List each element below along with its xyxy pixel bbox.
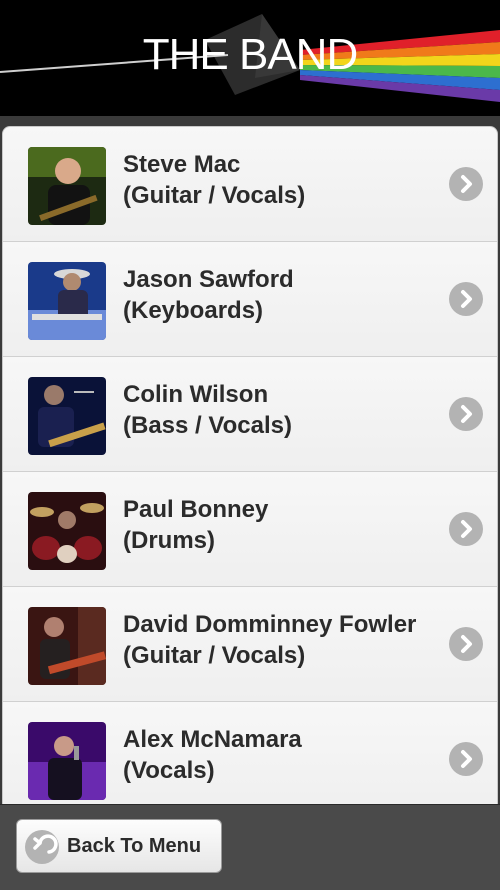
member-role: (Guitar / Vocals) — [123, 642, 306, 669]
member-name: Paul Bonney (Drums) — [123, 494, 443, 556]
member-photo — [28, 722, 106, 800]
member-name-text: Colin Wilson — [123, 381, 269, 408]
member-name: David Domminney Fowler (Guitar / Vocals) — [123, 609, 443, 671]
member-role: (Guitar / Vocals) — [123, 182, 306, 209]
member-name-text: Paul Bonney — [123, 496, 269, 523]
member-photo — [28, 607, 106, 685]
member-name: Colin Wilson (Bass / Vocals) — [123, 379, 443, 441]
list-item[interactable]: Jason Sawford (Keyboards) — [3, 242, 497, 357]
band-member-list[interactable]: Steve Mac (Guitar / Vocals) Jason Sawfor… — [0, 126, 500, 804]
member-photo — [28, 492, 106, 570]
member-photo — [28, 377, 106, 455]
chevron-right-icon[interactable] — [449, 512, 483, 546]
list-item[interactable]: Paul Bonney (Drums) — [3, 472, 497, 587]
back-arrow-icon — [25, 830, 59, 864]
chevron-right-icon[interactable] — [449, 282, 483, 316]
member-name: Steve Mac (Guitar / Vocals) — [123, 149, 443, 211]
back-to-menu-label: Back To Menu — [67, 835, 202, 857]
member-name-text: Steve Mac — [123, 151, 241, 178]
member-role: (Bass / Vocals) — [123, 412, 292, 439]
member-name: Jason Sawford (Keyboards) — [123, 264, 443, 326]
list-item[interactable]: Alex McNamara (Vocals) — [3, 702, 497, 804]
list-item[interactable]: Colin Wilson (Bass / Vocals) — [3, 357, 497, 472]
member-name-text: Jason Sawford — [123, 266, 294, 293]
member-role: (Vocals) — [123, 757, 215, 784]
member-name-text: David Domminney Fowler — [123, 611, 417, 638]
chevron-right-icon[interactable] — [449, 627, 483, 661]
member-photo — [28, 262, 106, 340]
page-title: THE BAND — [142, 30, 358, 79]
member-role: (Drums) — [123, 527, 216, 554]
list-item[interactable]: David Domminney Fowler (Guitar / Vocals) — [3, 587, 497, 702]
member-name-text: Alex McNamara — [123, 726, 302, 753]
app-header: THE BAND — [0, 0, 500, 116]
chevron-right-icon[interactable] — [449, 397, 483, 431]
chevron-right-icon[interactable] — [449, 167, 483, 201]
chevron-right-icon[interactable] — [449, 742, 483, 776]
member-photo — [28, 147, 106, 225]
member-role: (Keyboards) — [123, 297, 264, 324]
list-item[interactable]: Steve Mac (Guitar / Vocals) — [3, 127, 497, 242]
member-name: Alex McNamara (Vocals) — [123, 724, 443, 786]
footer-toolbar: Back To Menu — [0, 804, 500, 890]
back-to-menu-button[interactable]: Back To Menu — [16, 819, 222, 873]
